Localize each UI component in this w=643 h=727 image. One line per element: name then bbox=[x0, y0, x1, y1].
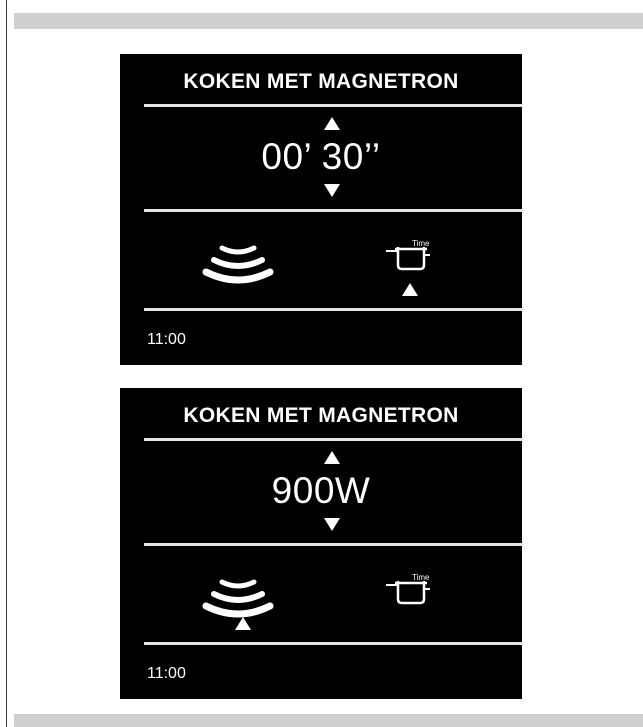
divider bbox=[144, 642, 523, 645]
power-value: 900W bbox=[271, 470, 371, 511]
decrease-arrow-icon[interactable] bbox=[324, 184, 340, 197]
page-footer-bar bbox=[14, 714, 643, 727]
clock: 11:00 bbox=[147, 665, 186, 682]
cooking-time-icon[interactable]: Time bbox=[382, 239, 442, 275]
divider bbox=[144, 308, 523, 311]
time-label: Time bbox=[412, 239, 430, 248]
divider bbox=[144, 104, 523, 107]
screen-title: KOKEN MET MAGNETRON bbox=[183, 404, 459, 427]
display-screen-power: KOKEN MET MAGNETRON 900W Time 11:00 bbox=[120, 388, 523, 699]
mode-selector-arrow-icon bbox=[402, 283, 418, 296]
display-screen-time: KOKEN MET MAGNETRON 00’ 30’’ Time 11:00 bbox=[120, 54, 523, 365]
time-value: 00’ 30’’ bbox=[261, 136, 381, 177]
divider bbox=[144, 209, 523, 212]
page-header-bar bbox=[14, 13, 643, 29]
mode-selector-arrow-icon bbox=[235, 617, 251, 630]
page-margin-line bbox=[6, 0, 7, 727]
screen-title: KOKEN MET MAGNETRON bbox=[183, 70, 459, 93]
time-label: Time bbox=[412, 573, 430, 582]
cooking-time-icon[interactable]: Time bbox=[382, 573, 442, 609]
microwave-waves-icon[interactable] bbox=[202, 574, 274, 620]
divider bbox=[144, 438, 523, 441]
clock: 11:00 bbox=[147, 331, 186, 348]
increase-arrow-icon[interactable] bbox=[324, 451, 340, 464]
decrease-arrow-icon[interactable] bbox=[324, 518, 340, 531]
divider bbox=[144, 543, 523, 546]
increase-arrow-icon[interactable] bbox=[324, 117, 340, 130]
microwave-waves-icon[interactable] bbox=[202, 240, 274, 286]
